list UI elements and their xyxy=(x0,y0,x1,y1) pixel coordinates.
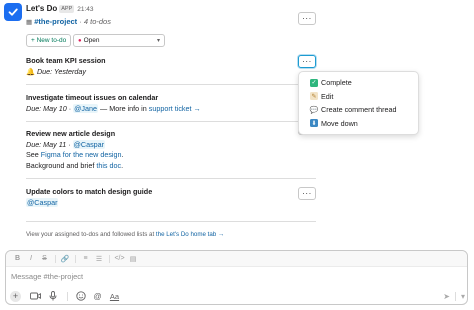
menu-item-label: Move down xyxy=(321,118,358,128)
italic-icon[interactable]: I xyxy=(25,255,38,262)
menu-item-label: Create comment thread xyxy=(321,105,397,115)
send-controls: ➤ ▾ xyxy=(443,291,465,301)
code-icon[interactable]: </> xyxy=(113,255,126,262)
figma-link[interactable]: Figma for the new design xyxy=(41,150,122,159)
todo-item: Review new article design Due: May 11 · … xyxy=(26,129,124,170)
ordered-list-icon[interactable]: ≡ xyxy=(79,255,92,262)
list-icon: ▦ xyxy=(26,19,33,26)
plus-icon[interactable]: + xyxy=(10,290,21,302)
menu-item-edit[interactable]: ✎ Edit xyxy=(299,90,418,104)
message-input[interactable]: Message #the-project xyxy=(11,272,83,281)
divider xyxy=(109,254,110,263)
todo-title: Update colors to match design guide xyxy=(26,187,153,196)
video-icon[interactable] xyxy=(28,290,43,302)
divider xyxy=(26,121,316,122)
support-ticket-link[interactable]: support ticket → xyxy=(149,104,201,113)
todo-item: Book team KPI session 🔔 Due: Yesterday xyxy=(26,56,106,77)
divider xyxy=(26,84,316,85)
todo-actions-menu: ✓ Complete ✎ Edit 💬 Create comment threa… xyxy=(298,71,419,135)
formatting-toolbar: B I S 🔗 ≡ ☰ </> ▤ xyxy=(6,251,467,267)
divider xyxy=(454,291,456,301)
assignee-mention[interactable]: @Caspar xyxy=(72,139,106,149)
app-avatar[interactable] xyxy=(4,3,22,21)
status-icon: ● xyxy=(78,37,82,44)
todo-text: — More info in xyxy=(98,103,149,113)
home-tab-link[interactable]: the Let's Do home tab → xyxy=(156,231,224,238)
menu-item-label: Edit xyxy=(321,91,334,101)
chevron-down-icon: ▾ xyxy=(156,38,160,44)
message-more-button[interactable]: ··· xyxy=(298,12,316,25)
assignee-mention[interactable]: @Caspar xyxy=(26,197,59,207)
down-arrow-box-icon: ⬇ xyxy=(310,119,318,128)
status-filter-select[interactable]: ● Open ▾ xyxy=(73,34,165,47)
new-todo-button[interactable]: + New to-do xyxy=(26,34,72,47)
link-icon[interactable]: 🔗 xyxy=(59,255,72,263)
todo-text: . xyxy=(121,160,124,170)
more-icon: ··· xyxy=(302,188,312,198)
assignee-mention[interactable]: @Jane xyxy=(73,103,99,113)
menu-item-move-down[interactable]: ⬇ Move down xyxy=(299,117,418,131)
todo-more-button[interactable]: ··· xyxy=(298,187,316,200)
todo-title: Review new article design xyxy=(26,129,116,138)
more-icon: ··· xyxy=(302,56,312,66)
todo-due: Due: Yesterday xyxy=(36,66,86,76)
todo-title: Investigate timeout issues on calendar xyxy=(26,93,159,102)
code-block-icon[interactable]: ▤ xyxy=(127,255,140,263)
check-box-icon: ✓ xyxy=(310,78,318,87)
todo-text: . xyxy=(121,150,124,159)
menu-item-label: Complete xyxy=(321,78,352,88)
composer-actions: + @ Aa ➤ ▾ xyxy=(10,289,465,303)
channel-link[interactable]: #the-project xyxy=(34,17,77,26)
bullet-list-icon[interactable]: ☰ xyxy=(93,255,106,263)
divider xyxy=(54,254,56,263)
more-icon: ··· xyxy=(302,13,312,23)
footer-note: View your assigned to-dos and followed l… xyxy=(26,231,224,238)
todo-item: Investigate timeout issues on calendar D… xyxy=(26,93,201,113)
memo-icon: ✎ xyxy=(310,92,318,101)
menu-item-create-thread[interactable]: 💬 Create comment thread xyxy=(299,103,418,117)
message-header: Let's Do APP 21:43 ▦ #the-project · 4 to-d… xyxy=(26,3,111,28)
filter-value: Open xyxy=(83,37,100,44)
app-name[interactable]: Let's Do xyxy=(26,4,57,13)
divider xyxy=(75,254,76,263)
timestamp[interactable]: 21:43 xyxy=(77,6,93,13)
send-icon[interactable]: ➤ xyxy=(443,292,450,301)
doc-link[interactable]: this doc xyxy=(96,161,121,170)
message-composer: B I S 🔗 ≡ ☰ </> ▤ Message #the-project +… xyxy=(5,250,468,305)
menu-item-complete[interactable]: ✓ Complete xyxy=(299,76,418,90)
bell-icon: 🔔 xyxy=(26,66,35,76)
checkmark-logo-icon xyxy=(8,8,18,16)
microphone-icon[interactable] xyxy=(45,290,60,302)
todo-item: Update colors to match design guide @Cas… xyxy=(26,187,152,208)
todo-text: See xyxy=(26,150,41,159)
divider xyxy=(67,291,68,301)
todo-due: Due: May 10 xyxy=(26,103,67,113)
strikethrough-icon[interactable]: S xyxy=(38,255,51,262)
divider xyxy=(26,221,316,222)
divider xyxy=(26,178,316,179)
todo-count: · 4 to-dos xyxy=(79,17,111,26)
todo-text: Background and brief xyxy=(26,160,97,170)
mention-icon[interactable]: @ xyxy=(90,290,105,302)
app-badge: APP xyxy=(59,5,75,13)
bold-icon[interactable]: B xyxy=(11,255,24,262)
todo-due: Due: May 11 xyxy=(26,139,67,149)
formatting-toggle-icon[interactable]: Aa xyxy=(107,290,122,302)
todo-more-button[interactable]: ··· xyxy=(298,55,316,68)
todo-title: Book team KPI session xyxy=(26,56,106,65)
footer-text: View your assigned to-dos and followed l… xyxy=(26,231,156,238)
emoji-icon[interactable] xyxy=(73,290,88,302)
chevron-down-icon[interactable]: ▾ xyxy=(461,292,465,301)
speech-bubble-icon: 💬 xyxy=(309,106,319,114)
